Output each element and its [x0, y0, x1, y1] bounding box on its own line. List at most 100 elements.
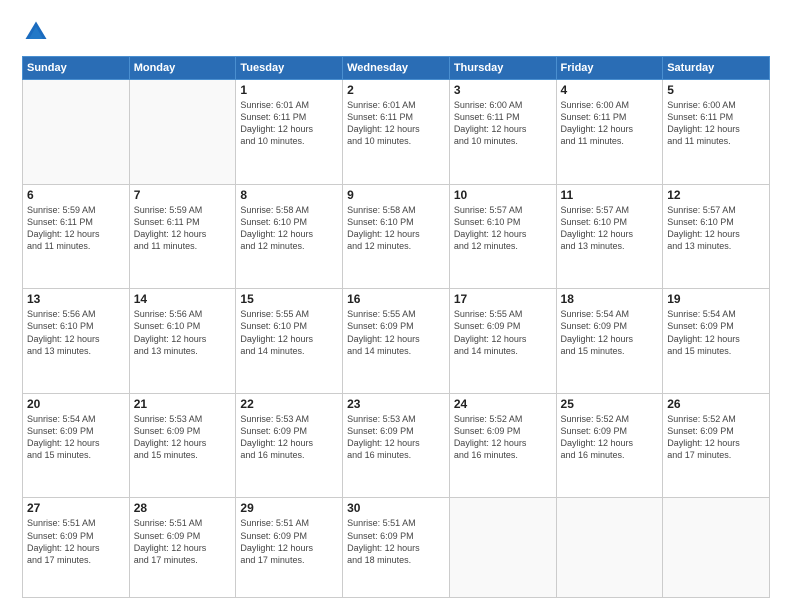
day-info: Sunrise: 5:59 AM Sunset: 6:11 PM Dayligh… — [27, 204, 125, 253]
day-number: 26 — [667, 397, 765, 411]
calendar-cell: 3 Sunrise: 6:00 AM Sunset: 6:11 PM Daylig… — [449, 80, 556, 185]
calendar-header-wednesday: Wednesday — [343, 57, 450, 80]
calendar-cell: 19 Sunrise: 5:54 AM Sunset: 6:09 PM Dayli… — [663, 289, 770, 394]
calendar-cell: 8 Sunrise: 5:58 AM Sunset: 6:10 PM Daylig… — [236, 184, 343, 289]
day-info: Sunrise: 5:51 AM Sunset: 6:09 PM Dayligh… — [347, 517, 445, 566]
day-number: 9 — [347, 188, 445, 202]
day-number: 10 — [454, 188, 552, 202]
calendar-cell: 21 Sunrise: 5:53 AM Sunset: 6:09 PM Dayli… — [129, 393, 236, 498]
calendar-cell — [556, 498, 663, 598]
day-info: Sunrise: 5:54 AM Sunset: 6:09 PM Dayligh… — [667, 308, 765, 357]
day-info: Sunrise: 5:55 AM Sunset: 6:09 PM Dayligh… — [454, 308, 552, 357]
day-number: 6 — [27, 188, 125, 202]
day-info: Sunrise: 5:57 AM Sunset: 6:10 PM Dayligh… — [454, 204, 552, 253]
day-number: 12 — [667, 188, 765, 202]
day-number: 2 — [347, 83, 445, 97]
calendar-cell: 30 Sunrise: 5:51 AM Sunset: 6:09 PM Dayli… — [343, 498, 450, 598]
day-info: Sunrise: 5:53 AM Sunset: 6:09 PM Dayligh… — [134, 413, 232, 462]
day-number: 22 — [240, 397, 338, 411]
calendar-cell — [23, 80, 130, 185]
calendar-header-monday: Monday — [129, 57, 236, 80]
day-info: Sunrise: 5:58 AM Sunset: 6:10 PM Dayligh… — [240, 204, 338, 253]
day-info: Sunrise: 5:52 AM Sunset: 6:09 PM Dayligh… — [667, 413, 765, 462]
calendar-cell: 15Sunrise: 5:55 AM Sunset: 6:10 PM Dayli… — [236, 289, 343, 394]
calendar-week-row: 6 Sunrise: 5:59 AM Sunset: 6:11 PM Daylig… — [23, 184, 770, 289]
calendar-cell: 24Sunrise: 5:52 AM Sunset: 6:09 PM Dayli… — [449, 393, 556, 498]
page: SundayMondayTuesdayWednesdayThursdayFrid… — [0, 0, 792, 612]
day-info: Sunrise: 5:54 AM Sunset: 6:09 PM Dayligh… — [561, 308, 659, 357]
logo — [22, 18, 54, 46]
header — [22, 18, 770, 46]
day-number: 18 — [561, 292, 659, 306]
day-number: 20 — [27, 397, 125, 411]
calendar-cell: 6 Sunrise: 5:59 AM Sunset: 6:11 PM Daylig… — [23, 184, 130, 289]
calendar-cell — [663, 498, 770, 598]
day-info: Sunrise: 5:57 AM Sunset: 6:10 PM Dayligh… — [667, 204, 765, 253]
day-number: 11 — [561, 188, 659, 202]
calendar-header-row: SundayMondayTuesdayWednesdayThursdayFrid… — [23, 57, 770, 80]
calendar-header-sunday: Sunday — [23, 57, 130, 80]
day-number: 27 — [27, 501, 125, 515]
day-info: Sunrise: 5:55 AM Sunset: 6:09 PM Dayligh… — [347, 308, 445, 357]
day-number: 30 — [347, 501, 445, 515]
calendar-cell: 22Sunrise: 5:53 AM Sunset: 6:09 PM Dayli… — [236, 393, 343, 498]
calendar-week-row: 27 Sunrise: 5:51 AM Sunset: 6:09 PM Dayli… — [23, 498, 770, 598]
day-number: 21 — [134, 397, 232, 411]
calendar-cell: 9 Sunrise: 5:58 AM Sunset: 6:10 PM Daylig… — [343, 184, 450, 289]
day-number: 23 — [347, 397, 445, 411]
day-number: 3 — [454, 83, 552, 97]
calendar-cell: 2 Sunrise: 6:01 AM Sunset: 6:11 PM Daylig… — [343, 80, 450, 185]
calendar-week-row: 13Sunrise: 5:56 AM Sunset: 6:10 PM Dayli… — [23, 289, 770, 394]
calendar-cell: 17 Sunrise: 5:55 AM Sunset: 6:09 PM Dayli… — [449, 289, 556, 394]
day-number: 25 — [561, 397, 659, 411]
day-info: Sunrise: 5:51 AM Sunset: 6:09 PM Dayligh… — [27, 517, 125, 566]
day-number: 15 — [240, 292, 338, 306]
calendar-cell: 12 Sunrise: 5:57 AM Sunset: 6:10 PM Dayli… — [663, 184, 770, 289]
day-number: 14 — [134, 292, 232, 306]
calendar-cell: 26 Sunrise: 5:52 AM Sunset: 6:09 PM Dayli… — [663, 393, 770, 498]
day-number: 5 — [667, 83, 765, 97]
day-info: Sunrise: 6:00 AM Sunset: 6:11 PM Dayligh… — [667, 99, 765, 148]
day-number: 16 — [347, 292, 445, 306]
day-number: 28 — [134, 501, 232, 515]
day-info: Sunrise: 5:54 AM Sunset: 6:09 PM Dayligh… — [27, 413, 125, 462]
calendar-cell: 13Sunrise: 5:56 AM Sunset: 6:10 PM Dayli… — [23, 289, 130, 394]
day-number: 19 — [667, 292, 765, 306]
day-info: Sunrise: 6:01 AM Sunset: 6:11 PM Dayligh… — [240, 99, 338, 148]
day-info: Sunrise: 5:58 AM Sunset: 6:10 PM Dayligh… — [347, 204, 445, 253]
day-info: Sunrise: 5:52 AM Sunset: 6:09 PM Dayligh… — [454, 413, 552, 462]
calendar-week-row: 20 Sunrise: 5:54 AM Sunset: 6:09 PM Dayli… — [23, 393, 770, 498]
calendar-cell: 28 Sunrise: 5:51 AM Sunset: 6:09 PM Dayli… — [129, 498, 236, 598]
day-info: Sunrise: 5:51 AM Sunset: 6:09 PM Dayligh… — [240, 517, 338, 566]
calendar-cell: 5 Sunrise: 6:00 AM Sunset: 6:11 PM Daylig… — [663, 80, 770, 185]
calendar-cell: 16 Sunrise: 5:55 AM Sunset: 6:09 PM Dayli… — [343, 289, 450, 394]
day-number: 17 — [454, 292, 552, 306]
day-number: 1 — [240, 83, 338, 97]
day-info: Sunrise: 5:51 AM Sunset: 6:09 PM Dayligh… — [134, 517, 232, 566]
calendar-header-thursday: Thursday — [449, 57, 556, 80]
calendar-cell: 14 Sunrise: 5:56 AM Sunset: 6:10 PM Dayli… — [129, 289, 236, 394]
day-number: 29 — [240, 501, 338, 515]
calendar-cell: 18 Sunrise: 5:54 AM Sunset: 6:09 PM Dayli… — [556, 289, 663, 394]
calendar-cell: 25 Sunrise: 5:52 AM Sunset: 6:09 PM Dayli… — [556, 393, 663, 498]
calendar-header-saturday: Saturday — [663, 57, 770, 80]
day-number: 7 — [134, 188, 232, 202]
logo-icon — [22, 18, 50, 46]
calendar-cell: 10 Sunrise: 5:57 AM Sunset: 6:10 PM Dayli… — [449, 184, 556, 289]
calendar-cell: 11 Sunrise: 5:57 AM Sunset: 6:10 PM Dayli… — [556, 184, 663, 289]
calendar-cell: 4Sunrise: 6:00 AM Sunset: 6:11 PM Daylig… — [556, 80, 663, 185]
day-info: Sunrise: 5:57 AM Sunset: 6:10 PM Dayligh… — [561, 204, 659, 253]
day-info: Sunrise: 5:59 AM Sunset: 6:11 PM Dayligh… — [134, 204, 232, 253]
day-info: Sunrise: 5:56 AM Sunset: 6:10 PM Dayligh… — [134, 308, 232, 357]
calendar-week-row: 1 Sunrise: 6:01 AM Sunset: 6:11 PM Daylig… — [23, 80, 770, 185]
day-info: Sunrise: 6:01 AM Sunset: 6:11 PM Dayligh… — [347, 99, 445, 148]
day-info: Sunrise: 6:00 AM Sunset: 6:11 PM Dayligh… — [561, 99, 659, 148]
day-info: Sunrise: 5:53 AM Sunset: 6:09 PM Dayligh… — [347, 413, 445, 462]
calendar-table: SundayMondayTuesdayWednesdayThursdayFrid… — [22, 56, 770, 598]
day-info: Sunrise: 5:52 AM Sunset: 6:09 PM Dayligh… — [561, 413, 659, 462]
calendar-header-friday: Friday — [556, 57, 663, 80]
calendar-cell: 1 Sunrise: 6:01 AM Sunset: 6:11 PM Daylig… — [236, 80, 343, 185]
day-info: Sunrise: 6:00 AM Sunset: 6:11 PM Dayligh… — [454, 99, 552, 148]
day-number: 8 — [240, 188, 338, 202]
calendar-cell — [449, 498, 556, 598]
